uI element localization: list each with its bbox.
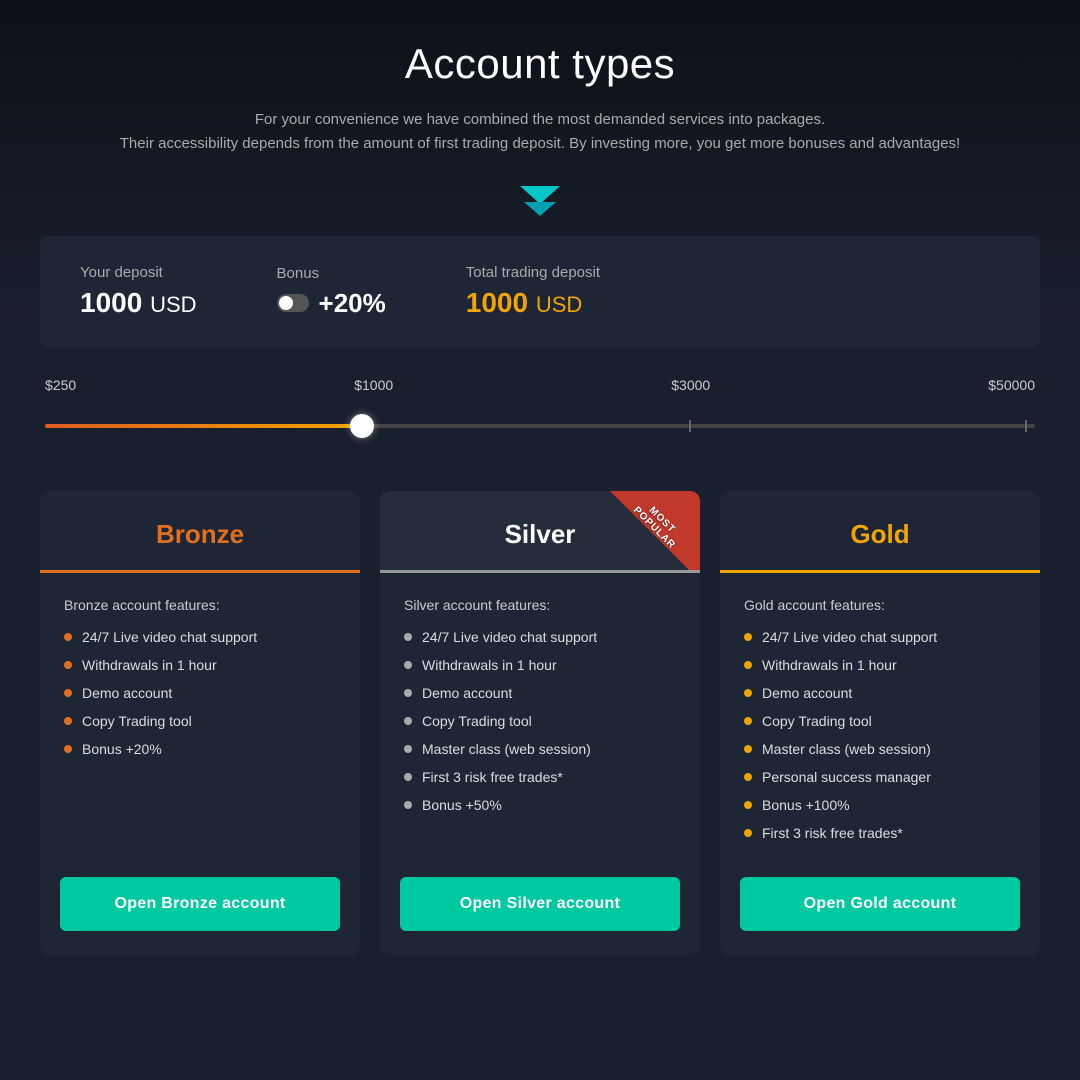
bullet-icon bbox=[64, 745, 72, 753]
bullet-icon bbox=[744, 773, 752, 781]
bullet-icon bbox=[404, 745, 412, 753]
list-item: 24/7 Live video chat support bbox=[404, 629, 676, 645]
total-deposit-section: Total trading deposit 1000 USD bbox=[466, 264, 600, 319]
list-item: Demo account bbox=[404, 685, 676, 701]
bullet-icon bbox=[744, 661, 752, 669]
open-gold-button[interactable]: Open Gold account bbox=[740, 877, 1020, 931]
bullet-icon bbox=[404, 689, 412, 697]
bullet-icon bbox=[744, 801, 752, 809]
gold-card: Gold Gold account features: 24/7 Live vi… bbox=[720, 491, 1040, 955]
list-item: Copy Trading tool bbox=[404, 713, 676, 729]
bullet-icon bbox=[744, 829, 752, 837]
your-deposit-label: Your deposit bbox=[80, 264, 197, 281]
slider-labels: $250 $1000 $3000 $50000 bbox=[45, 377, 1035, 393]
bullet-icon bbox=[404, 633, 412, 641]
bullet-icon bbox=[744, 745, 752, 753]
list-item: 24/7 Live video chat support bbox=[64, 629, 336, 645]
bronze-card-footer: Open Bronze account bbox=[40, 877, 360, 955]
list-item: Copy Trading tool bbox=[744, 713, 1016, 729]
list-item: Master class (web session) bbox=[744, 741, 1016, 757]
list-item: Bonus +20% bbox=[64, 741, 336, 757]
list-item: Withdrawals in 1 hour bbox=[64, 657, 336, 673]
bullet-icon bbox=[404, 773, 412, 781]
bronze-card-body: Bronze account features: 24/7 Live video… bbox=[40, 573, 360, 877]
slider-mark2-label: $3000 bbox=[671, 377, 710, 393]
most-popular-badge: MOSTPOPULAR bbox=[610, 491, 700, 570]
list-item: Demo account bbox=[64, 685, 336, 701]
list-item: Withdrawals in 1 hour bbox=[744, 657, 1016, 673]
bronze-features-title: Bronze account features: bbox=[64, 597, 336, 613]
bullet-icon bbox=[404, 717, 412, 725]
slider-mark1-label: $1000 bbox=[354, 377, 393, 393]
list-item: First 3 risk free trades* bbox=[404, 769, 676, 785]
gold-card-footer: Open Gold account bbox=[720, 877, 1040, 955]
list-item: 24/7 Live video chat support bbox=[744, 629, 1016, 645]
slider-track-fill bbox=[45, 424, 362, 428]
slider-tick-3000 bbox=[689, 420, 691, 432]
bonus-toggle[interactable] bbox=[277, 294, 309, 312]
open-bronze-button[interactable]: Open Bronze account bbox=[60, 877, 340, 931]
silver-card: Silver MOSTPOPULAR Silver account featur… bbox=[380, 491, 700, 955]
bullet-icon bbox=[404, 801, 412, 809]
page-title: Account types bbox=[40, 40, 1040, 88]
subtitle: For your convenience we have combined th… bbox=[40, 108, 1040, 156]
silver-card-body: Silver account features: 24/7 Live video… bbox=[380, 573, 700, 877]
bullet-icon bbox=[404, 661, 412, 669]
silver-card-footer: Open Silver account bbox=[380, 877, 700, 955]
bonus-section: Bonus +20% bbox=[277, 265, 386, 319]
account-cards-row: Bronze Bronze account features: 24/7 Liv… bbox=[40, 491, 1040, 955]
silver-card-header: Silver MOSTPOPULAR bbox=[380, 491, 700, 570]
slider-thumb[interactable] bbox=[350, 414, 374, 438]
bullet-icon bbox=[744, 689, 752, 697]
bullet-icon bbox=[64, 689, 72, 697]
your-deposit-section: Your deposit 1000 USD bbox=[80, 264, 197, 319]
gold-card-body: Gold account features: 24/7 Live video c… bbox=[720, 573, 1040, 877]
list-item: Bonus +100% bbox=[744, 797, 1016, 813]
gold-card-header: Gold bbox=[720, 491, 1040, 570]
list-item: Master class (web session) bbox=[404, 741, 676, 757]
page-wrapper: Account types For your convenience we ha… bbox=[0, 0, 1080, 1080]
bullet-icon bbox=[744, 633, 752, 641]
total-deposit-label: Total trading deposit bbox=[466, 264, 600, 281]
bullet-icon bbox=[744, 717, 752, 725]
your-deposit-value: 1000 USD bbox=[80, 287, 197, 319]
bronze-card-header: Bronze bbox=[40, 491, 360, 570]
bullet-icon bbox=[64, 717, 72, 725]
list-item: Demo account bbox=[744, 685, 1016, 701]
open-silver-button[interactable]: Open Silver account bbox=[400, 877, 680, 931]
gold-features-title: Gold account features: bbox=[744, 597, 1016, 613]
bonus-percentage: +20% bbox=[319, 288, 386, 319]
bonus-value-row: +20% bbox=[277, 288, 386, 319]
slider-track[interactable] bbox=[45, 401, 1035, 451]
list-item: Bonus +50% bbox=[404, 797, 676, 813]
bullet-icon bbox=[64, 661, 72, 669]
slider-tick-50000 bbox=[1025, 420, 1027, 432]
bronze-card: Bronze Bronze account features: 24/7 Liv… bbox=[40, 491, 360, 955]
total-deposit-value: 1000 USD bbox=[466, 287, 600, 319]
slider-min-label: $250 bbox=[45, 377, 76, 393]
silver-features-title: Silver account features: bbox=[404, 597, 676, 613]
list-item: Withdrawals in 1 hour bbox=[404, 657, 676, 673]
slider-max-label: $50000 bbox=[988, 377, 1035, 393]
list-item: Copy Trading tool bbox=[64, 713, 336, 729]
deposit-slider-container: $250 $1000 $3000 $50000 bbox=[40, 377, 1040, 451]
bonus-label: Bonus bbox=[277, 265, 386, 282]
deposit-info-box: Your deposit 1000 USD Bonus +20% Total t… bbox=[40, 236, 1040, 347]
list-item: First 3 risk free trades* bbox=[744, 825, 1016, 841]
chevron-icon bbox=[40, 186, 1040, 216]
list-item: Personal success manager bbox=[744, 769, 1016, 785]
bullet-icon bbox=[64, 633, 72, 641]
